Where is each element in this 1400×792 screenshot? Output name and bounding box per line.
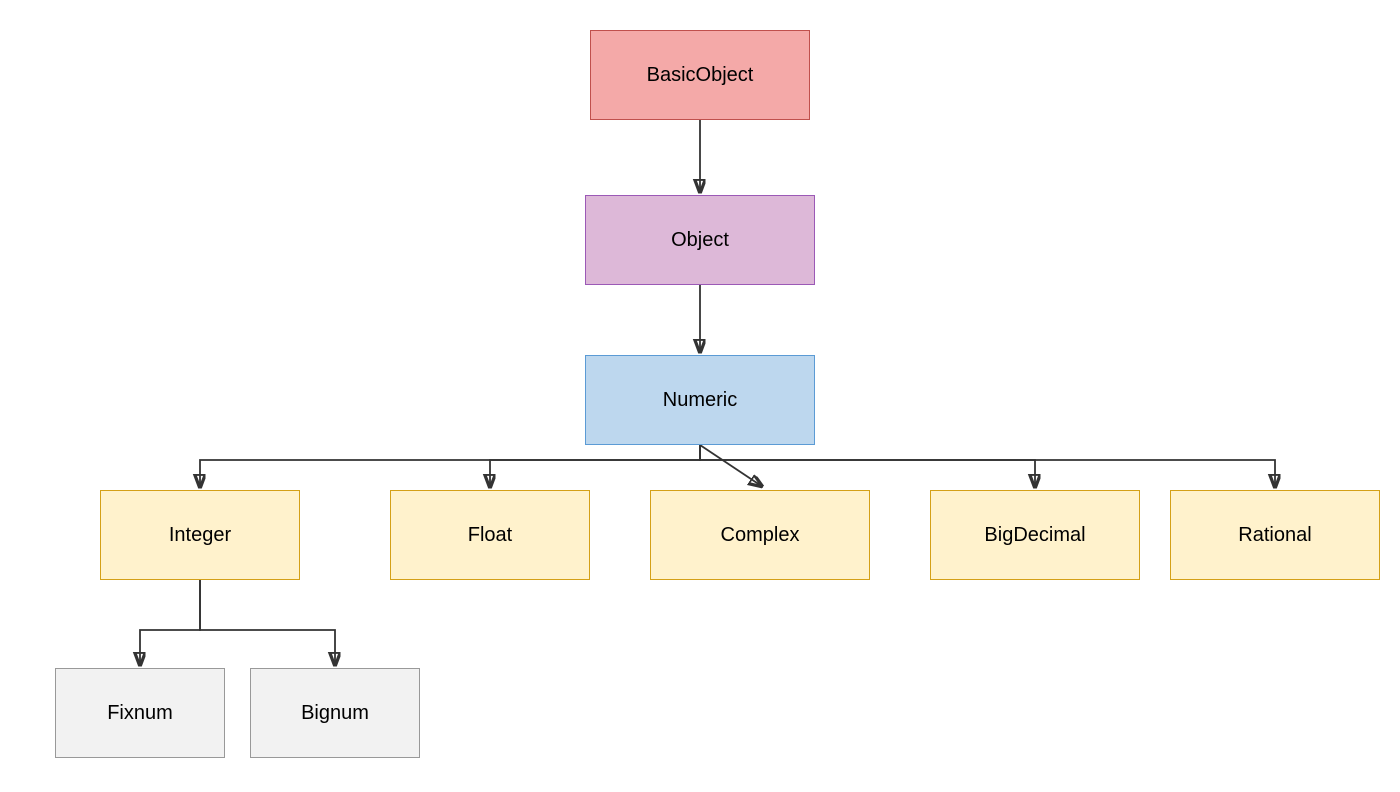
node-rational: Rational: [1170, 490, 1380, 580]
node-float: Float: [390, 490, 590, 580]
class-hierarchy-diagram: BasicObject Object Numeric Integer Float…: [0, 0, 1400, 792]
node-bignum: Bignum: [250, 668, 420, 758]
node-bigdecimal: BigDecimal: [930, 490, 1140, 580]
node-basicobject: BasicObject: [590, 30, 810, 120]
node-numeric: Numeric: [585, 355, 815, 445]
node-complex: Complex: [650, 490, 870, 580]
node-integer: Integer: [100, 490, 300, 580]
node-object: Object: [585, 195, 815, 285]
node-fixnum: Fixnum: [55, 668, 225, 758]
